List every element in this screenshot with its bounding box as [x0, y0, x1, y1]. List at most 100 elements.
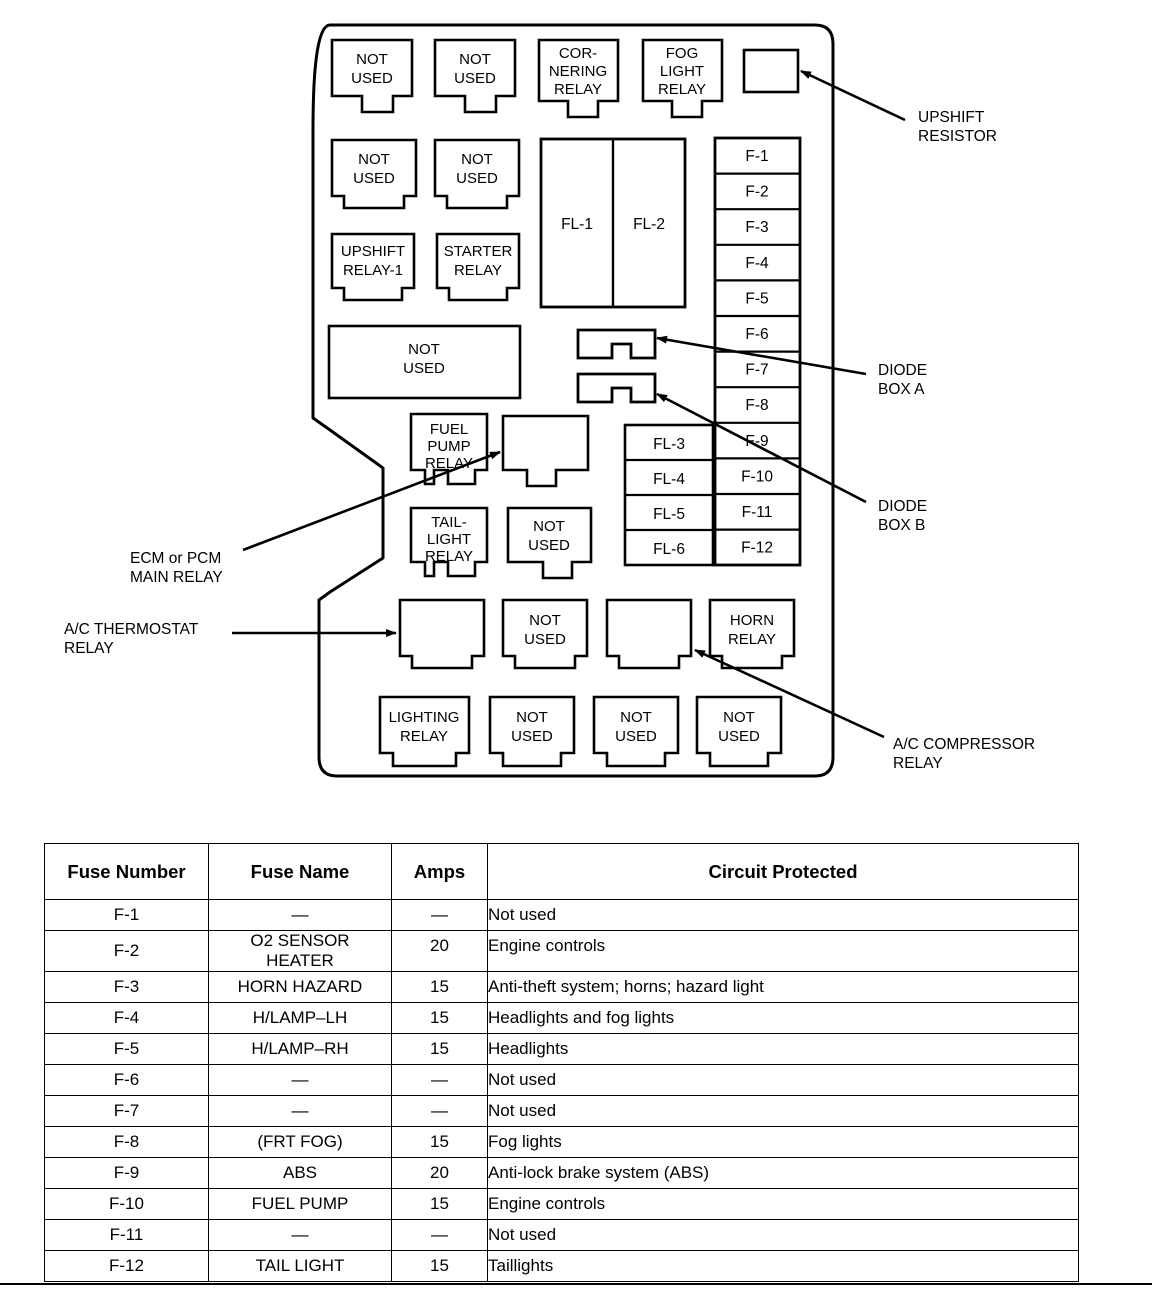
relay-r2-c1-line1: NOT — [358, 151, 390, 168]
relay-horn-line2: RELAY — [728, 631, 776, 648]
cell-fuse-name: — — [208, 899, 392, 931]
relay-r2-c1[interactable]: NOT USED — [330, 138, 418, 210]
relay-taillight-line2: LIGHT — [427, 531, 471, 548]
relay-r7-c4[interactable]: NOT USED — [695, 695, 783, 768]
fusible-link-fl-6[interactable]: FL-6 — [653, 541, 685, 558]
relay-fuel-pump[interactable]: FUEL PUMP RELAY — [409, 412, 489, 486]
fusible-link-fl-2[interactable]: FL-2 — [633, 216, 665, 233]
relay-cornering[interactable]: COR- NERING RELAY — [537, 38, 620, 119]
upshift-resistor[interactable] — [742, 48, 800, 94]
cell-amps: — — [391, 1095, 488, 1128]
relay-starter[interactable]: STARTER RELAY — [435, 232, 521, 302]
fuse-table-body: F-1— — Not used F-2 O2 SENSOR HEATER 20 Engine … — [44, 899, 1079, 1283]
cell-fuse-name: (FRT FOG) — [208, 1126, 392, 1159]
cell-fuse-name-line: FUEL PUMP — [251, 1194, 349, 1214]
fuse-slot-f-3-label: F-3 — [745, 219, 768, 236]
cell-fuse-name-line: — — [291, 1225, 309, 1245]
relay-upshift-1[interactable]: UPSHIFT RELAY-1 — [330, 232, 416, 302]
relay-ac-compressor[interactable] — [605, 598, 693, 670]
relay-ac-thermostat[interactable] — [398, 598, 486, 670]
relay-starter-line2: RELAY — [454, 262, 502, 279]
header-amps: Amps — [391, 843, 488, 900]
relay-group-row5: TAIL- LIGHT RELAY NOT USED — [409, 506, 593, 580]
relay-starter-line1: STARTER — [444, 243, 513, 260]
fusible-link-fl-1[interactable]: FL-1 — [561, 216, 593, 233]
relay-r1-c1[interactable]: NOT USED — [330, 38, 414, 114]
callout-upshift-resistor: UPSHIFT RESISTOR — [918, 109, 997, 145]
relay-r2-c2[interactable]: NOT USED — [433, 138, 521, 210]
fuse-slot-f-3[interactable]: F-3 — [745, 219, 768, 236]
relay-r2-c2-line2: USED — [456, 170, 498, 187]
fuse-slot-f-10[interactable]: F-10 — [741, 468, 773, 485]
fuse-slot-f-5[interactable]: F-5 — [745, 290, 768, 307]
relay-r1-c2-line1: NOT — [459, 51, 491, 68]
fuse-slot-f-2-label: F-2 — [745, 184, 768, 201]
fuse-slot-f-4[interactable]: F-4 — [745, 255, 769, 272]
cell-amps: 20 — [391, 929, 488, 973]
table-row: F-3 HORN HAZARD 15 Anti-theft system; horns… — [44, 971, 1079, 1004]
relay-r1-c2[interactable]: NOT USED — [433, 38, 517, 114]
relay-fog-light-line3: RELAY — [658, 81, 706, 98]
relay-horn[interactable]: HORN RELAY — [708, 598, 796, 670]
cell-fuse-name-line: H/LAMP–RH — [251, 1039, 349, 1059]
cell-amps: — — [391, 1219, 488, 1252]
fuse-slot-f-5-label: F-5 — [745, 290, 768, 307]
cell-circuit-protected: Not used — [487, 1064, 1079, 1097]
relay-r7-c3[interactable]: NOT USED — [592, 695, 680, 768]
relay-r5-c2-line1: NOT — [533, 518, 565, 535]
relay-fog-light[interactable]: FOG LIGHT RELAY — [641, 38, 724, 119]
table-row: F-5 H/LAMP–RH 15 Headlights — [44, 1033, 1079, 1066]
cell-fuse-name: — — [208, 1095, 392, 1128]
fuse-slot-f-1[interactable]: F-1 — [745, 148, 768, 165]
relay-upshift-1-line1: UPSHIFT — [341, 243, 405, 260]
cell-amps: — — [391, 1064, 488, 1097]
diode-box-a[interactable] — [576, 328, 657, 360]
relay-cornering-line2: NERING — [549, 63, 607, 80]
fusible-link-block-small: FL-3 FL-4 FL-5 FL-6 — [623, 423, 715, 567]
relay-cornering-line1: COR- — [559, 45, 597, 62]
fuse-slot-f-2[interactable]: F-2 — [745, 184, 768, 201]
table-row: F-12 TAIL LIGHT 15 Taillights — [44, 1250, 1079, 1283]
callout-ac-compressor-relay-line1: A/C COMPRESSOR — [893, 736, 1035, 753]
cell-fuse-number: F-6 — [44, 1064, 209, 1097]
relay-big-not-used[interactable]: NOT USED — [327, 324, 522, 400]
relay-r2-c1-line2: USED — [353, 170, 395, 187]
relay-taillight-line1: TAIL- — [431, 514, 467, 531]
fusible-link-fl-5-label: FL-5 — [653, 506, 685, 523]
fuse-slot-f-7[interactable]: F-7 — [745, 362, 768, 379]
fuse-slot-f-6[interactable]: F-6 — [745, 326, 768, 343]
fusible-link-fl-4[interactable]: FL-4 — [653, 471, 685, 488]
fusible-link-fl-5[interactable]: FL-5 — [653, 506, 685, 523]
diode-box-b[interactable] — [576, 372, 657, 404]
relay-r5-c2-line2: USED — [528, 537, 570, 554]
relay-r7-c2[interactable]: NOT USED — [488, 695, 576, 768]
callout-ac-compressor-relay-line2: RELAY — [893, 755, 943, 772]
cell-circuit-protected: Engine controls — [487, 1188, 1079, 1221]
cell-fuse-name: H/LAMP–RH — [208, 1033, 392, 1066]
relay-r7-c2-line1: NOT — [516, 709, 548, 726]
relay-horn-line1: HORN — [730, 612, 774, 629]
cell-circuit-protected: Engine controls — [487, 929, 1079, 973]
relay-r7-c2-line2: USED — [511, 728, 553, 745]
fuse-slot-f-11[interactable]: F-11 — [742, 504, 773, 521]
fusible-link-fl-3[interactable]: FL-3 — [653, 436, 685, 453]
fuse-slot-f-8[interactable]: F-8 — [745, 397, 768, 414]
callout-upshift-resistor-line1: UPSHIFT — [918, 109, 985, 126]
relay-r6-c2[interactable]: NOT USED — [501, 598, 589, 670]
fuse-box-diagram: NOT USED NOT USED COR- NERING RELAY FOG … — [0, 0, 1152, 810]
fuse-slot-f-12[interactable]: F-12 — [741, 540, 773, 557]
cell-amps: 15 — [391, 1126, 488, 1159]
callout-ecm-pcm-main-relay-line2: MAIN RELAY — [130, 569, 223, 586]
cell-fuse-name: TAIL LIGHT — [208, 1250, 392, 1283]
cell-amps: 15 — [391, 1250, 488, 1283]
relay-taillight[interactable]: TAIL- LIGHT RELAY — [409, 506, 489, 578]
table-row: F-1— — Not used — [44, 899, 1079, 931]
cell-fuse-name: O2 SENSOR HEATER — [208, 929, 392, 973]
callout-diode-box-a: DIODE BOX A — [878, 362, 927, 398]
relay-lighting[interactable]: LIGHTING RELAY — [378, 695, 471, 768]
relay-r2-c2-line1: NOT — [461, 151, 493, 168]
relay-ecm-pcm-main[interactable] — [501, 414, 590, 488]
cell-fuse-name-line: — — [291, 904, 309, 924]
relay-r5-c2[interactable]: NOT USED — [506, 506, 593, 580]
table-header-row: Fuse Number Fuse Name Amps Circuit Prote… — [44, 843, 1079, 900]
